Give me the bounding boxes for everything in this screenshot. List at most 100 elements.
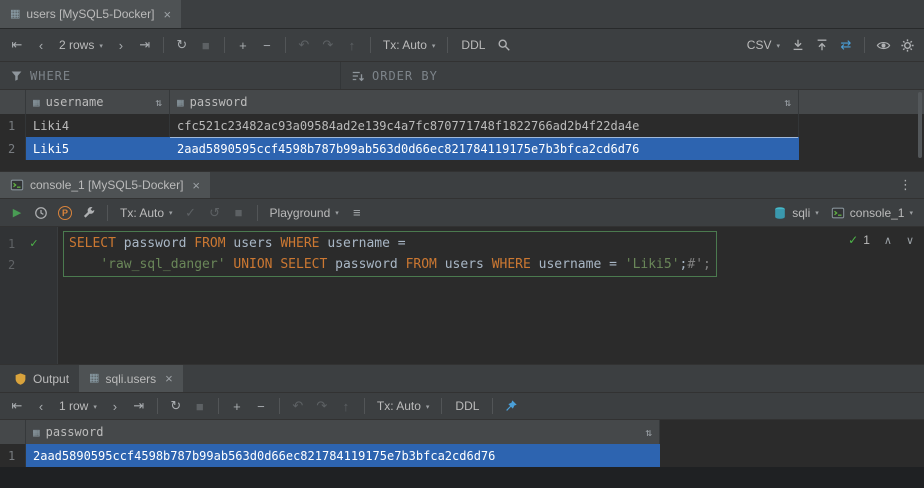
tab-users-table[interactable]: ▦ users [MySQL5-Docker] ×	[0, 0, 181, 28]
table-row[interactable]: 1 Liki4 cfc521c23482ac93a09584ad2e139c4a…	[0, 114, 924, 137]
sql-token: username =	[327, 236, 405, 251]
tx-mode-dropdown[interactable]: Tx: Auto ▾	[115, 202, 178, 224]
order-by-filter[interactable]: ORDER BY	[340, 62, 924, 89]
cell-username[interactable]: Liki5	[26, 137, 170, 160]
datagrip-window: ▦ users [MySQL5-Docker] × ⇤ ‹ 2 rows ▾ ›…	[0, 0, 924, 488]
import-data-button[interactable]	[811, 34, 833, 56]
tab-result-sqli-users[interactable]: ▦ sqli.users ×	[79, 365, 183, 392]
row-number: 2	[0, 137, 26, 160]
column-header-label: username	[46, 95, 104, 109]
run-button[interactable]: ▶	[6, 202, 28, 224]
parameters-button[interactable]: P	[54, 202, 76, 224]
delete-row-button[interactable]: −	[256, 34, 278, 56]
cell-password[interactable]: cfc521c23482ac93a09584ad2e139c4a7fc87077…	[170, 114, 799, 137]
csv-format-dropdown[interactable]: CSV ▾	[742, 34, 785, 56]
rollback-button[interactable]: ↺	[204, 202, 226, 224]
close-icon[interactable]: ×	[165, 371, 173, 386]
previous-page-button[interactable]: ‹	[30, 34, 52, 56]
tx-mode-dropdown[interactable]: Tx: Auto ▾	[378, 34, 441, 56]
cell-password[interactable]: 2aad5890595ccf4598b787b99ab563d0d66ec821…	[170, 137, 799, 160]
page-size-dropdown[interactable]: 1 row ▾	[54, 395, 102, 417]
grid-scrollbar[interactable]	[918, 92, 922, 158]
revert-button[interactable]: ↶	[287, 395, 309, 417]
output-layout-button[interactable]: ≡	[346, 202, 368, 224]
table-row-selected[interactable]: 1 2aad5890595ccf4598b787b99ab563d0d66ec8…	[0, 444, 924, 467]
where-filter[interactable]: WHERE	[0, 62, 340, 89]
toolbar-separator	[285, 37, 286, 53]
toolbar-separator	[163, 37, 164, 53]
tab-label: console_1 [MySQL5-Docker]	[30, 178, 183, 192]
column-header-label: password	[190, 95, 248, 109]
stop-button[interactable]: ■	[189, 395, 211, 417]
revert-button[interactable]: ↶	[293, 34, 315, 56]
stop-button[interactable]: ■	[195, 34, 217, 56]
stop-button[interactable]: ■	[228, 202, 250, 224]
page-size-dropdown[interactable]: 2 rows ▾	[54, 34, 108, 56]
submit-button[interactable]: ↑	[335, 395, 357, 417]
session-value: console_1	[850, 206, 905, 220]
tab-console-1[interactable]: console_1 [MySQL5-Docker] ×	[0, 172, 210, 198]
editor-code-area[interactable]: SELECT password FROM users WHERE usernam…	[58, 233, 924, 275]
compare-button[interactable]: ⇄	[835, 34, 857, 56]
grid-header-filler	[799, 90, 924, 114]
redo-button[interactable]: ↷	[317, 34, 339, 56]
grid-toolbar: ⇤ ‹ 2 rows ▾ › ⇥ ↻ ■ + − ↶ ↷ ↑ Tx: Auto …	[0, 29, 924, 62]
add-row-button[interactable]: +	[226, 395, 248, 417]
search-button[interactable]	[493, 34, 515, 56]
session-dropdown[interactable]: console_1 ▾	[826, 202, 918, 224]
close-icon[interactable]: ×	[163, 7, 171, 22]
sort-toggle-icon[interactable]: ⇅	[645, 426, 652, 439]
commit-button[interactable]: ✓	[180, 202, 202, 224]
more-options-icon[interactable]: ⋮	[899, 177, 924, 193]
tx-mode-dropdown[interactable]: Tx: Auto ▾	[372, 395, 435, 417]
add-row-button[interactable]: +	[232, 34, 254, 56]
reload-button[interactable]: ↻	[165, 395, 187, 417]
sql-token: SELECT	[69, 236, 124, 251]
ddl-button[interactable]: DDL	[449, 399, 485, 413]
submit-button[interactable]: ↑	[341, 34, 363, 56]
next-page-button[interactable]: ›	[104, 395, 126, 417]
toolbar-separator	[441, 398, 442, 414]
sql-editor[interactable]: 1 ✓ 2 SELECT password FROM users WHERE u…	[0, 227, 924, 364]
export-data-button[interactable]	[787, 34, 809, 56]
console-icon	[831, 206, 845, 220]
delete-row-button[interactable]: −	[250, 395, 272, 417]
ddl-button[interactable]: DDL	[455, 38, 491, 52]
clock-icon	[34, 206, 48, 220]
settings-button[interactable]	[896, 34, 918, 56]
toolbar-separator	[447, 37, 448, 53]
sort-toggle-icon[interactable]: ⇅	[784, 96, 791, 109]
tab-output[interactable]: Output	[4, 365, 79, 392]
previous-page-button[interactable]: ‹	[30, 395, 52, 417]
column-header-password[interactable]: ▦ password ⇅	[170, 90, 799, 114]
reload-button[interactable]: ↻	[171, 34, 193, 56]
cell-password[interactable]: 2aad5890595ccf4598b787b99ab563d0d66ec821…	[26, 444, 660, 467]
column-header-password[interactable]: ▦ password ⇅	[26, 420, 660, 444]
close-icon[interactable]: ×	[192, 178, 200, 193]
last-page-button[interactable]: ⇥	[134, 34, 156, 56]
playground-mode-dropdown[interactable]: Playground ▾	[265, 202, 344, 224]
redo-button[interactable]: ↷	[311, 395, 333, 417]
tab-label: users [MySQL5-Docker]	[26, 7, 154, 21]
chevron-down-icon: ▾	[93, 402, 97, 411]
chevron-down-icon: ▾	[432, 41, 436, 50]
pin-tab-button[interactable]	[500, 395, 522, 417]
last-page-button[interactable]: ⇥	[128, 395, 150, 417]
console-settings-button[interactable]	[78, 202, 100, 224]
history-button[interactable]	[30, 202, 52, 224]
first-page-button[interactable]: ⇤	[6, 34, 28, 56]
column-header-username[interactable]: ▦ username ⇅	[26, 90, 170, 114]
first-page-button[interactable]: ⇤	[6, 395, 28, 417]
sort-toggle-icon[interactable]: ⇅	[155, 96, 162, 109]
table-row-selected[interactable]: 2 Liki5 2aad5890595ccf4598b787b99ab563d0…	[0, 137, 924, 160]
view-options-button[interactable]	[872, 34, 894, 56]
next-page-button[interactable]: ›	[110, 34, 132, 56]
search-icon	[497, 38, 511, 52]
sql-token: #';	[687, 257, 710, 272]
playground-value: Playground	[270, 206, 331, 220]
previous-result-button[interactable]: ∧	[884, 234, 892, 247]
schema-dropdown[interactable]: sqli ▾	[768, 202, 824, 224]
next-result-button[interactable]: ∨	[906, 234, 914, 247]
schema-value: sqli	[792, 206, 810, 220]
cell-username[interactable]: Liki4	[26, 114, 170, 137]
